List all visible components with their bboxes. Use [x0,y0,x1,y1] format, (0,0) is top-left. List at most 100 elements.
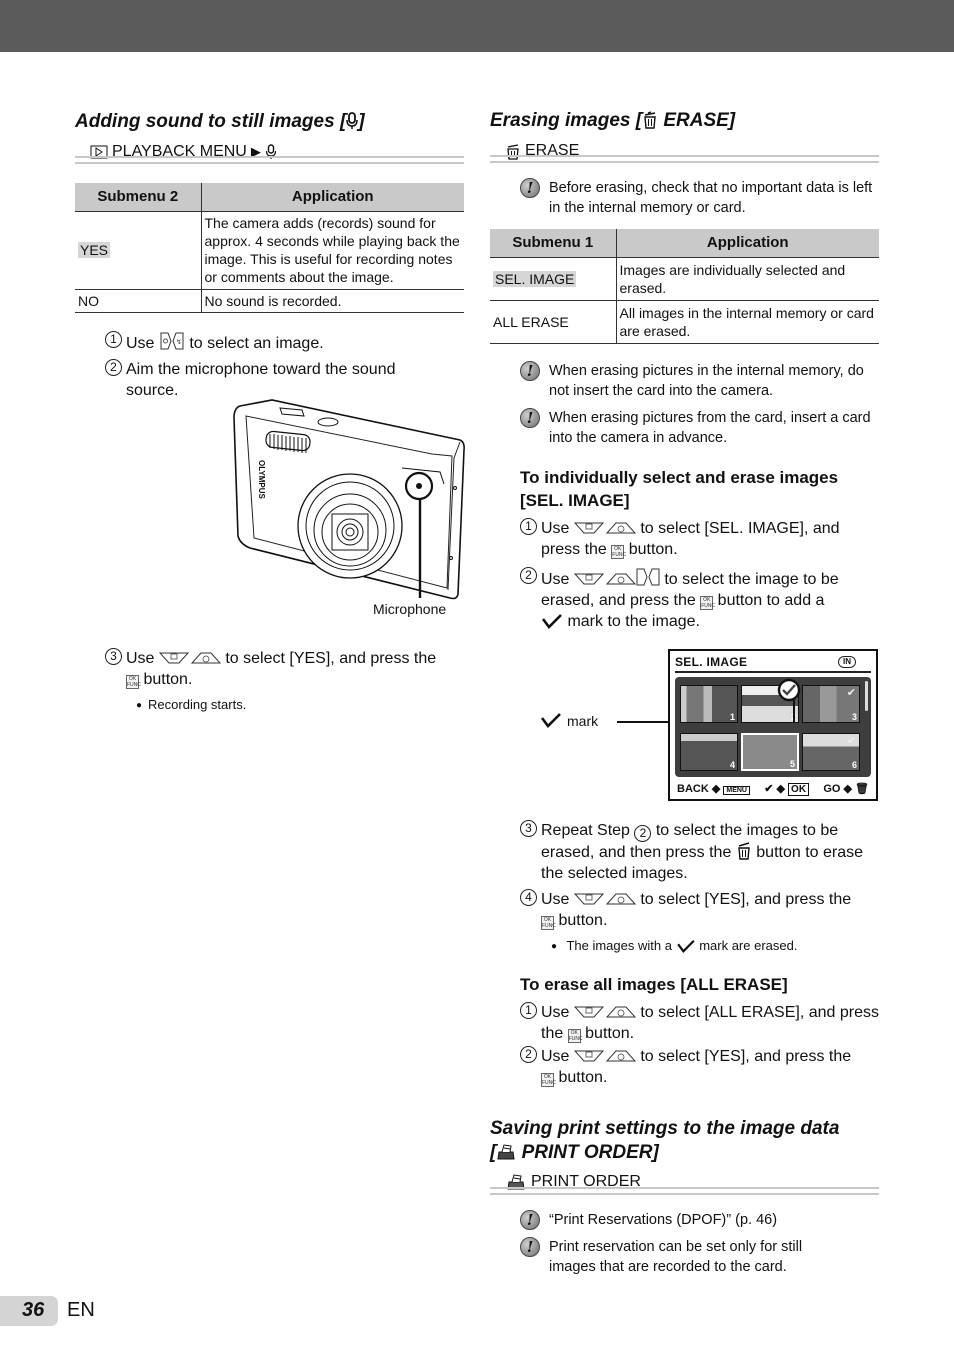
step-text-mid: button to add a [717,592,825,609]
table-header-submenu: Submenu 1 [490,229,617,257]
lcd-ok-hint: ✔ ◆ OK [764,782,810,796]
step-text-end: button. [628,541,678,558]
section-title-end: ERASE] [663,110,736,131]
step-text: Use to select [YES], and press the OK FUN… [126,648,470,690]
ok-func-button-icon: OK FUNC [611,545,627,559]
ok-func-button-icon: OK FUNC [700,596,716,610]
table-header-application: Application [616,229,879,257]
step-reference: 2 [634,825,652,842]
step-text-post: to select [YES], and press the [640,1048,852,1065]
caution-icon: ! [520,361,540,381]
thumbnail-number: 4 [729,760,735,770]
microphone-caption: Microphone [373,601,447,617]
step-text: Use to select [ALL ERASE], and press the… [541,1002,880,1044]
step-number: 1 [520,1002,537,1019]
step-text: Use ↯ to select an image. [126,331,465,354]
mark-callout-line [793,700,795,722]
lcd-go-hint: GO ◆ 🗑 [823,783,869,795]
section-title-line1: Saving print settings to the image data [490,1118,840,1139]
step-text-pre: Use [541,1048,570,1065]
step-text: Use to select [YES], and press the OK FUN… [541,889,880,931]
thumbnail-number: 6 [851,760,857,770]
check-mark-icon [541,614,562,629]
step-text-pre: Use [541,571,570,588]
step-text-pre: Repeat Step [541,822,630,839]
step-text-post: to select an image. [189,335,324,352]
section-title-print-order: Saving print settings to the image data … [490,1117,880,1165]
thumbnail[interactable]: 3 ✔ [802,685,860,723]
step-3-left: 3 Use to select [YES], and press the OK F… [105,648,470,690]
table-cell-application: The camera adds (records) sound for appr… [201,210,464,289]
submenu-all-erase: ALL ERASE [490,299,617,344]
highlight-circle-icon [777,678,801,702]
sel-image-step-2: 2 Use to select the image to be erased, … [520,567,880,632]
lcd-title: SEL. IMAGE [675,655,748,669]
section-divider [490,155,879,163]
step-text-end: mark to the image. [567,613,700,630]
bullet-images-erased: The images with a mark are erased. [551,937,797,956]
thumbnail-grid: 1 2✔ 3✔ 4 5 6✔ [675,677,871,777]
table-row: SEL. IMAGE Images are individually selec… [490,256,879,300]
trash-icon [738,842,750,860]
ok-func-button-icon: OK FUNC [541,1073,556,1087]
lcd-scrollbar [865,681,868,711]
thumbnail[interactable]: 1 [680,685,738,723]
trash-icon [644,111,656,129]
table-row: NO No sound is recorded. [75,288,464,313]
section-title-text: Adding sound to still images [ [75,111,347,132]
header-bar [0,0,954,52]
ok-func-button-icon: OK FUNC [541,916,556,930]
camera-brand-text: OLYMPUS [257,460,266,499]
caution-icon: ! [520,408,540,428]
submenu-1-table: Submenu 1 Application SEL. IMAGE Images … [490,229,879,344]
table-header-submenu: Submenu 2 [75,183,202,211]
ok-func-button-icon: OK FUNC [126,675,141,689]
check-mark-icon [540,713,561,728]
page-number: 36 [22,1299,45,1321]
step-number: 3 [105,648,122,665]
thumbnail-number: 1 [729,712,735,722]
thumbnail-number: 3 [851,712,857,722]
section-title-add-sound: Adding sound to still images [] [75,110,365,134]
mark-callout-label: mark [567,713,599,729]
lcd-go-label: GO [823,783,841,795]
submenu-sel-image: SEL. IMAGE [493,270,577,287]
step-number: 4 [520,889,537,906]
up-down-arrow-icon [573,573,636,585]
up-down-arrow-icon [158,652,221,664]
step-number: 2 [520,567,537,584]
lcd-sel-image-screen: SEL. IMAGE IN 1 2✔ 3✔ 4 5 6✔ BACK ◆ MENU… [668,649,878,801]
step-text-pre: Use [541,520,570,537]
thumbnail[interactable]: 4 [680,733,738,771]
step-number: 1 [520,518,537,535]
lcd-footer: BACK ◆ MENU ✔ ◆ OK GO ◆ 🗑 [677,782,869,796]
all-erase-heading: To erase all images [ALL ERASE] [520,975,788,994]
bullet-text-pre: The images with a [566,938,672,953]
table-cell-submenu: SEL. IMAGE [490,256,617,300]
page-language: EN [67,1299,95,1321]
thumbnail-selected[interactable]: 5 [741,733,799,771]
sel-image-step-3: 3 Repeat Step 2 to select the images to … [520,820,880,884]
left-right-arrow-icon [636,568,660,586]
step-text: Use to select [SEL. IMAGE], and press th… [541,518,880,560]
internal-memory-badge: IN [838,656,856,668]
step-text: Repeat Step 2 to select the images to be… [541,820,880,884]
table-cell-application: No sound is recorded. [201,288,464,313]
up-down-arrow-icon [573,1006,636,1018]
step-number: 1 [105,331,122,348]
step-2-left: 2 Aim the microphone toward the sound so… [105,359,445,401]
thumbnail[interactable]: 6 ✔ [802,733,860,771]
bullet-recording-starts: Recording starts. [136,696,246,715]
bullet-text-post: mark are erased. [699,938,798,953]
table-cell-application: Images are individually selected and era… [616,256,879,300]
thumbnail-number: 5 [789,759,795,769]
step-text-end: button. [143,671,193,688]
menu-key-label: MENU [723,786,750,795]
note-text: When erasing pictures from the card, ins… [549,410,871,446]
sel-image-heading: To individually select and erase images … [520,468,839,510]
ok-key-label: OK [788,783,810,796]
printer-icon [497,1144,515,1160]
table-cell-submenu: YES [75,210,202,289]
step-1-left: 1 Use ↯ to select an image. [105,331,465,354]
step-text-end: button. [585,1025,635,1042]
